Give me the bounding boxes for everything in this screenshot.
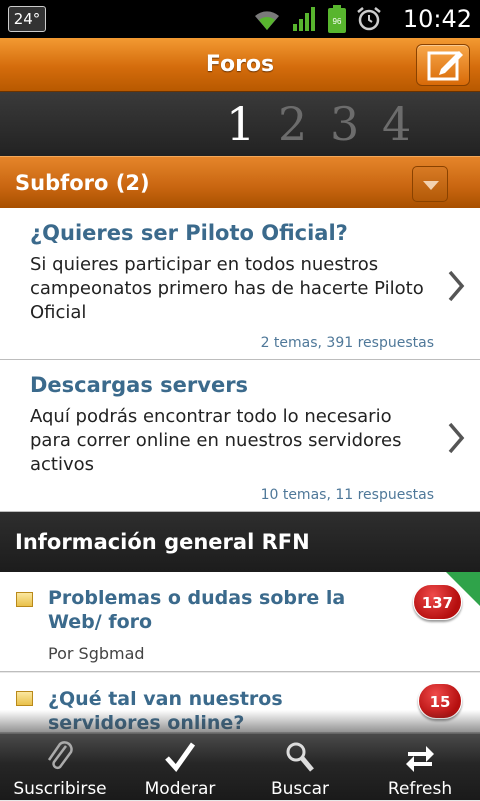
- general-section-title: Información general RFN: [15, 530, 310, 554]
- moderate-button[interactable]: Moderar: [120, 734, 240, 801]
- search-label: Buscar: [270, 779, 330, 799]
- subforum-title: Descargas servers: [30, 373, 249, 397]
- search-button[interactable]: Buscar: [240, 734, 360, 801]
- subforum-section-title: Subforo (2): [15, 171, 150, 195]
- chevron-right-icon: [448, 422, 465, 454]
- subscribe-label: Suscribirse: [13, 779, 107, 799]
- bottom-toolbar: Suscribirse Moderar Buscar Refresh: [0, 733, 480, 800]
- subforum-item[interactable]: ¿Quieres ser Piloto Oficial? Si quieres …: [0, 208, 480, 360]
- compose-button[interactable]: [416, 44, 470, 86]
- status-icons: 96: [252, 4, 382, 34]
- checkmark-icon: [165, 742, 196, 772]
- status-bar: 24° 96 10:42: [0, 0, 480, 38]
- page-3-link[interactable]: 3: [330, 94, 359, 154]
- refresh-button[interactable]: Refresh: [360, 734, 480, 801]
- page-title: Foros: [205, 52, 275, 77]
- page-2-link[interactable]: 2: [278, 94, 307, 154]
- subforum-description: Si quieres participar en todos nuestros …: [30, 254, 424, 323]
- refresh-icon: [406, 746, 434, 772]
- page-selector: 1 2 3 4: [0, 92, 480, 156]
- subforum-description: Aquí podrás encontrar todo lo necesario …: [30, 406, 402, 475]
- collapse-button[interactable]: [412, 166, 448, 202]
- page-4-link[interactable]: 4: [382, 94, 411, 154]
- topic-author: Por Sgbmad: [48, 644, 145, 663]
- signal-icon: [293, 7, 315, 31]
- battery-icon: 96: [328, 5, 346, 33]
- page-1-link[interactable]: 1: [226, 94, 255, 154]
- scroll-fade: [0, 710, 480, 734]
- topic-row[interactable]: Problemas o dudas sobre la Web/ foro Por…: [0, 572, 480, 672]
- subforum-item[interactable]: Descargas servers Aquí podrás encontrar …: [0, 360, 480, 512]
- wifi-icon: [255, 11, 279, 30]
- general-section-header: Información general RFN: [0, 512, 480, 572]
- subforum-title: ¿Quieres ser Piloto Oficial?: [30, 221, 348, 245]
- alarm-clock-icon: [357, 7, 381, 31]
- moderate-label: Moderar: [144, 779, 216, 799]
- paperclip-icon: [47, 741, 73, 770]
- chevron-down-icon: [423, 181, 439, 190]
- weather-temperature: 24°: [8, 6, 46, 32]
- topic-icon: [16, 592, 33, 607]
- topic-icon: [16, 691, 33, 706]
- subforum-section-header[interactable]: Subforo (2): [0, 156, 480, 208]
- compose-icon: [427, 51, 463, 81]
- clock: 10:42: [402, 5, 472, 33]
- svg-text:96: 96: [333, 17, 342, 26]
- subforum-stats: 2 temas, 391 respuestas: [260, 335, 434, 351]
- subforum-stats: 10 temas, 11 respuestas: [260, 487, 434, 503]
- topic-title: Problemas o dudas sobre la Web/ foro: [48, 587, 346, 633]
- chevron-right-icon: [448, 270, 465, 302]
- subscribe-button[interactable]: Suscribirse: [0, 734, 120, 801]
- refresh-label: Refresh: [387, 779, 453, 799]
- reply-count-badge: 137: [412, 584, 462, 620]
- search-icon: [286, 742, 314, 772]
- title-bar: Foros: [0, 38, 480, 92]
